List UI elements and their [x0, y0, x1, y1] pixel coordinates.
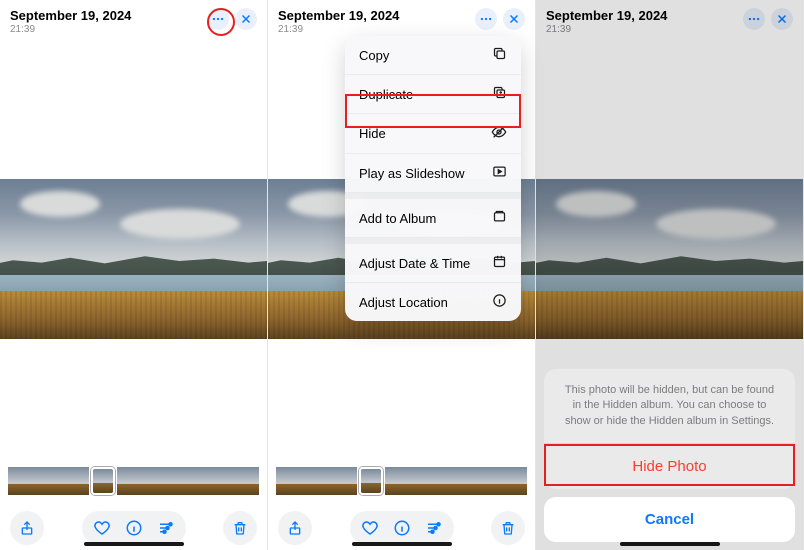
menu-item-adjust-location[interactable]: Adjust Location: [345, 283, 521, 321]
edit-button[interactable]: [418, 513, 450, 543]
close-button[interactable]: [503, 8, 525, 30]
hide-icon: [491, 124, 507, 143]
menu-label: Duplicate: [359, 87, 413, 102]
pane-2: September 19, 2024 21:39 Copy Duplicate: [268, 0, 536, 550]
more-button[interactable]: [207, 8, 229, 30]
menu-label: Add to Album: [359, 211, 436, 226]
menu-label: Hide: [359, 126, 386, 141]
more-button[interactable]: [743, 8, 765, 30]
photo-time: 21:39: [278, 24, 475, 35]
pane-1: September 19, 2024 21:39: [0, 0, 268, 550]
copy-icon: [492, 46, 507, 64]
share-button[interactable]: [10, 511, 44, 545]
menu-label: Adjust Location: [359, 295, 448, 310]
menu-label: Copy: [359, 48, 389, 63]
close-button[interactable]: [235, 8, 257, 30]
action-sheet: This photo will be hidden, but can be fo…: [544, 369, 795, 542]
home-indicator: [352, 542, 452, 546]
info-button[interactable]: [386, 513, 418, 543]
header: September 19, 2024 21:39: [0, 0, 267, 39]
delete-button[interactable]: [223, 511, 257, 545]
hide-photo-button[interactable]: Hide Photo: [544, 443, 795, 489]
menu-label: Adjust Date & Time: [359, 256, 470, 271]
duplicate-icon: [492, 85, 507, 103]
favorite-button[interactable]: [86, 513, 118, 543]
thumbnail-selected[interactable]: [359, 467, 383, 495]
album-icon: [492, 209, 507, 227]
home-indicator: [84, 542, 184, 546]
pane-3: September 19, 2024 21:39 This photo will…: [536, 0, 804, 550]
share-button[interactable]: [278, 511, 312, 545]
thumbnail-strip[interactable]: [8, 466, 259, 496]
info-button[interactable]: [118, 513, 150, 543]
favorite-button[interactable]: [354, 513, 386, 543]
photo-date: September 19, 2024: [546, 8, 743, 23]
menu-item-duplicate[interactable]: Duplicate: [345, 75, 521, 114]
info-icon: [492, 293, 507, 311]
photo-time: 21:39: [10, 24, 207, 35]
sheet-message: This photo will be hidden, but can be fo…: [544, 369, 795, 443]
menu-item-adjust-date[interactable]: Adjust Date & Time: [345, 244, 521, 283]
header: September 19, 2024 21:39: [536, 0, 803, 39]
photo-time: 21:39: [546, 24, 743, 35]
close-button[interactable]: [771, 8, 793, 30]
menu-item-hide[interactable]: Hide: [345, 114, 521, 154]
thumbnail-strip[interactable]: [276, 466, 527, 496]
photo-main[interactable]: [0, 179, 267, 339]
menu-item-add-album[interactable]: Add to Album: [345, 199, 521, 238]
menu-item-copy[interactable]: Copy: [345, 36, 521, 75]
home-indicator: [620, 542, 720, 546]
delete-button[interactable]: [491, 511, 525, 545]
photo-date: September 19, 2024: [10, 8, 207, 23]
context-menu: Copy Duplicate Hide Play as Slideshow A: [345, 36, 521, 321]
edit-button[interactable]: [150, 513, 182, 543]
photo-date: September 19, 2024: [278, 8, 475, 23]
more-button[interactable]: [475, 8, 497, 30]
thumbnail-selected[interactable]: [91, 467, 115, 495]
header: September 19, 2024 21:39: [268, 0, 535, 39]
cancel-button[interactable]: Cancel: [544, 497, 795, 542]
menu-item-slideshow[interactable]: Play as Slideshow: [345, 154, 521, 193]
menu-label: Play as Slideshow: [359, 166, 465, 181]
play-icon: [492, 164, 507, 182]
calendar-icon: [492, 254, 507, 272]
photo-main[interactable]: [536, 179, 803, 339]
